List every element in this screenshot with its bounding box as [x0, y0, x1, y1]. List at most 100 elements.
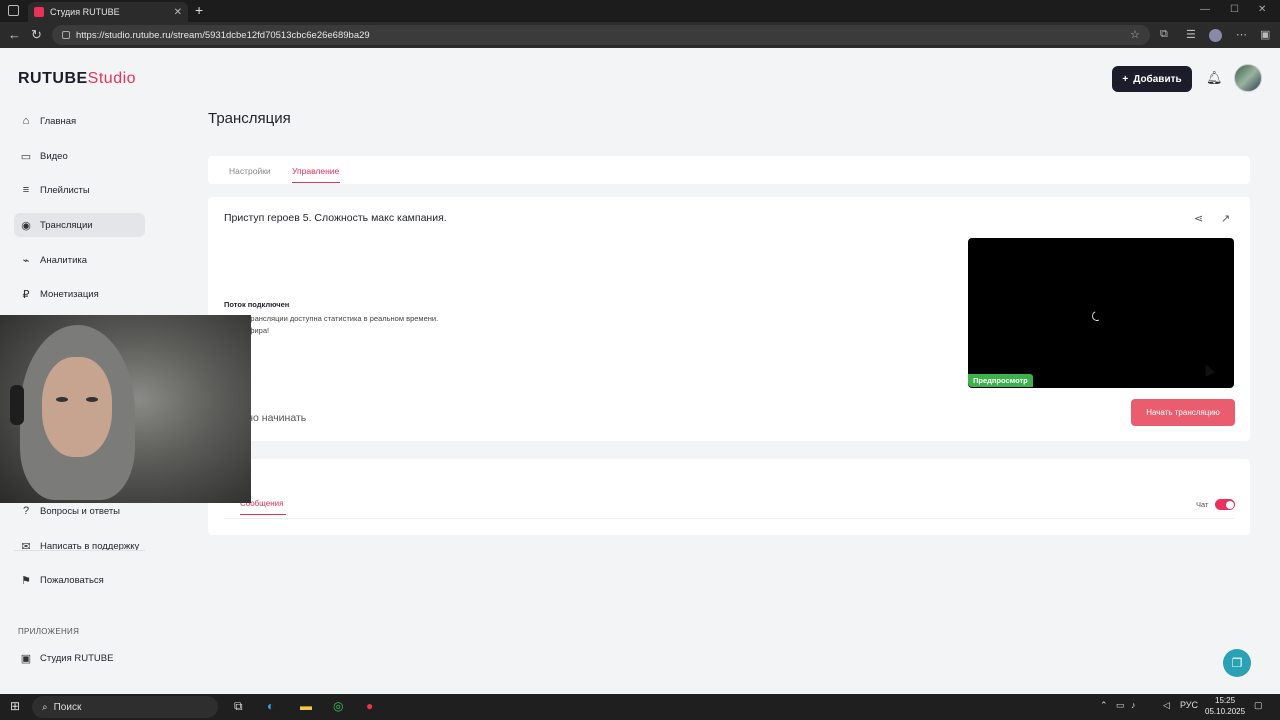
webcam-headset: [10, 385, 24, 425]
extensions-icon[interactable]: ⧉: [1160, 28, 1168, 41]
tray-chevron-icon[interactable]: ⌃: [1100, 700, 1108, 711]
toggle-knob: [1225, 500, 1234, 509]
back-icon[interactable]: ←: [8, 27, 21, 42]
tab-close-icon[interactable]: ✕: [174, 7, 182, 18]
webcam-eye: [56, 397, 68, 402]
user-avatar[interactable]: [1234, 64, 1262, 92]
home-icon: ⌂: [22, 115, 30, 127]
obs-icon[interactable]: ●: [366, 699, 373, 713]
taskbar-search-label: Поиск: [53, 701, 82, 713]
windows-start-icon[interactable]: ⊞: [10, 699, 20, 713]
sidebar-item-label: Монетизация: [40, 288, 99, 300]
minimize-icon[interactable]: —: [1200, 4, 1210, 15]
sidebar-item-label: Пожаловаться: [40, 574, 104, 586]
add-button-label: Добавить: [1133, 73, 1182, 85]
whatsapp-icon[interactable]: ◎: [333, 699, 343, 713]
stream-title: Приступ героев 5. Сложность макс кампани…: [224, 212, 447, 224]
studio-app-icon: ▣: [20, 652, 32, 665]
task-view-icon[interactable]: ⧉: [234, 699, 243, 714]
open-external-icon[interactable]: ↗: [1221, 212, 1230, 225]
video-icon: ▭: [20, 150, 32, 163]
rutube-studio-logo[interactable]: RUTUBEStudio: [18, 70, 136, 88]
plus-icon: +: [1122, 73, 1129, 85]
add-button[interactable]: + Добавить: [1112, 66, 1192, 92]
sidebar-item-support[interactable]: ✉ Написать в поддержку: [14, 534, 145, 558]
apps-section-title: ПРИЛОЖЕНИЯ: [18, 627, 80, 636]
sidebar-item-home[interactable]: ⌂ Главная: [14, 109, 145, 133]
chat-card: [208, 459, 1250, 535]
question-icon: ?: [22, 505, 30, 517]
file-explorer-icon[interactable]: ▬: [300, 699, 312, 713]
windows-taskbar: ⊞ ⌕ Поиск ⧉ ◐ ▬ ◎ ● ⌃ ▭ ♪ ◁ РУС 15:25 05…: [0, 694, 1280, 720]
help-chat-button[interactable]: ❐: [1223, 649, 1251, 677]
webcam-eye: [86, 397, 98, 402]
tab-title: Студия RUTUBE: [50, 7, 120, 17]
logo-studio-text: Studio: [87, 70, 137, 87]
search-icon: ⌕: [42, 701, 48, 713]
analytics-icon: ⌁: [22, 254, 30, 267]
notifications-bell-icon[interactable]: 🔔︎: [1206, 70, 1223, 86]
logo-main-text: RUTUBE: [18, 70, 88, 87]
browser-tab[interactable]: Студия RUTUBE ✕: [28, 2, 188, 22]
sidebar-item-monetization[interactable]: ₽ Монетизация: [14, 282, 145, 306]
sidebar-item-studio-app[interactable]: ▣ Студия RUTUBE: [14, 646, 145, 670]
clock-date: 05.10.2025: [1205, 707, 1246, 716]
browser-toolbar: ← ↻ https://studio.rutube.ru/stream/5931…: [0, 22, 1280, 48]
favorites-icon[interactable]: ☰: [1186, 28, 1196, 41]
taskbar-clock[interactable]: 15:25 05.10.2025: [1205, 695, 1245, 717]
new-tab-icon[interactable]: +: [195, 2, 203, 18]
favorite-star-icon[interactable]: ☆: [1130, 28, 1140, 41]
chat-divider: [224, 518, 1234, 519]
sidebar-item-report[interactable]: ⚑ Пожаловаться: [14, 568, 145, 592]
webcam-person-face: [42, 357, 112, 457]
maximize-icon[interactable]: ☐: [1230, 4, 1239, 15]
url-text: https://studio.rutube.ru/stream/5931dcbe…: [76, 29, 370, 41]
reload-icon[interactable]: ↻: [31, 27, 42, 43]
playlist-icon: ≡: [22, 184, 30, 196]
clock-time: 15:25: [1215, 696, 1236, 705]
sidebar-item-broadcasts[interactable]: ◉ Трансляции: [14, 213, 145, 237]
chat-bubble-icon: ❐: [1231, 656, 1243, 670]
tab-management[interactable]: Управление: [292, 166, 339, 176]
taskbar-search[interactable]: ⌕ Поиск: [32, 696, 218, 718]
lock-icon: [62, 31, 70, 39]
address-bar[interactable]: https://studio.rutube.ru/stream/5931dcbe…: [52, 25, 1150, 45]
share-icon[interactable]: ⋖: [1194, 212, 1203, 225]
broadcast-icon: ◉: [21, 219, 31, 232]
page-title: Трансляция: [208, 110, 291, 127]
tab-settings[interactable]: Настройки: [229, 166, 271, 176]
sidebar-item-video[interactable]: ▭ Видео: [14, 144, 145, 168]
active-tab-underline: [292, 182, 340, 183]
sidebar-item-label: Видео: [40, 150, 68, 162]
sidebar-item-label: Студия RUTUBE: [40, 652, 114, 664]
tabs-bar: [208, 156, 1250, 184]
window-menu-icon[interactable]: [8, 5, 19, 16]
ruble-icon: ₽: [22, 288, 30, 301]
sidebar-divider: [14, 550, 145, 551]
sidebar-item-label: Главная: [40, 115, 77, 127]
sidebar-toggle-icon[interactable]: ▣: [1260, 28, 1270, 41]
messages-tab-underline: [240, 514, 286, 515]
chat-toggle-label: Чат: [1196, 500, 1209, 509]
keyboard-language[interactable]: РУС: [1180, 700, 1198, 710]
sidebar-item-label: Аналитика: [40, 254, 88, 266]
notifications-icon[interactable]: ▢: [1254, 700, 1263, 711]
close-window-icon[interactable]: ✕: [1258, 4, 1266, 15]
webcam-overlay: [0, 315, 251, 503]
sidebar-item-analytics[interactable]: ⌁ Аналитика: [14, 248, 145, 272]
stream-status-text: …емя трансляции доступна статистика в ре…: [224, 314, 439, 323]
network-icon[interactable]: ▭: [1116, 700, 1125, 711]
browser-profile-icon[interactable]: [1209, 29, 1222, 42]
sidebar-item-playlists[interactable]: ≡ Плейлисты: [14, 178, 145, 202]
edge-browser-icon[interactable]: ◐: [267, 699, 274, 713]
start-broadcast-button[interactable]: Начать трансляцию: [1131, 399, 1235, 426]
sidebar-item-label: Плейлисты: [40, 184, 90, 196]
microphone-icon[interactable]: ♪: [1131, 700, 1136, 710]
sidebar-item-label: Вопросы и ответы: [40, 505, 121, 517]
browser-menu-icon[interactable]: ⋯: [1236, 28, 1247, 41]
rutube-favicon-icon: [34, 7, 44, 17]
volume-icon[interactable]: ◁: [1163, 700, 1170, 711]
chat-toggle[interactable]: [1215, 499, 1235, 510]
sidebar-item-label: Трансляции: [40, 219, 93, 231]
preview-badge: Предпросмотр: [968, 374, 1033, 387]
